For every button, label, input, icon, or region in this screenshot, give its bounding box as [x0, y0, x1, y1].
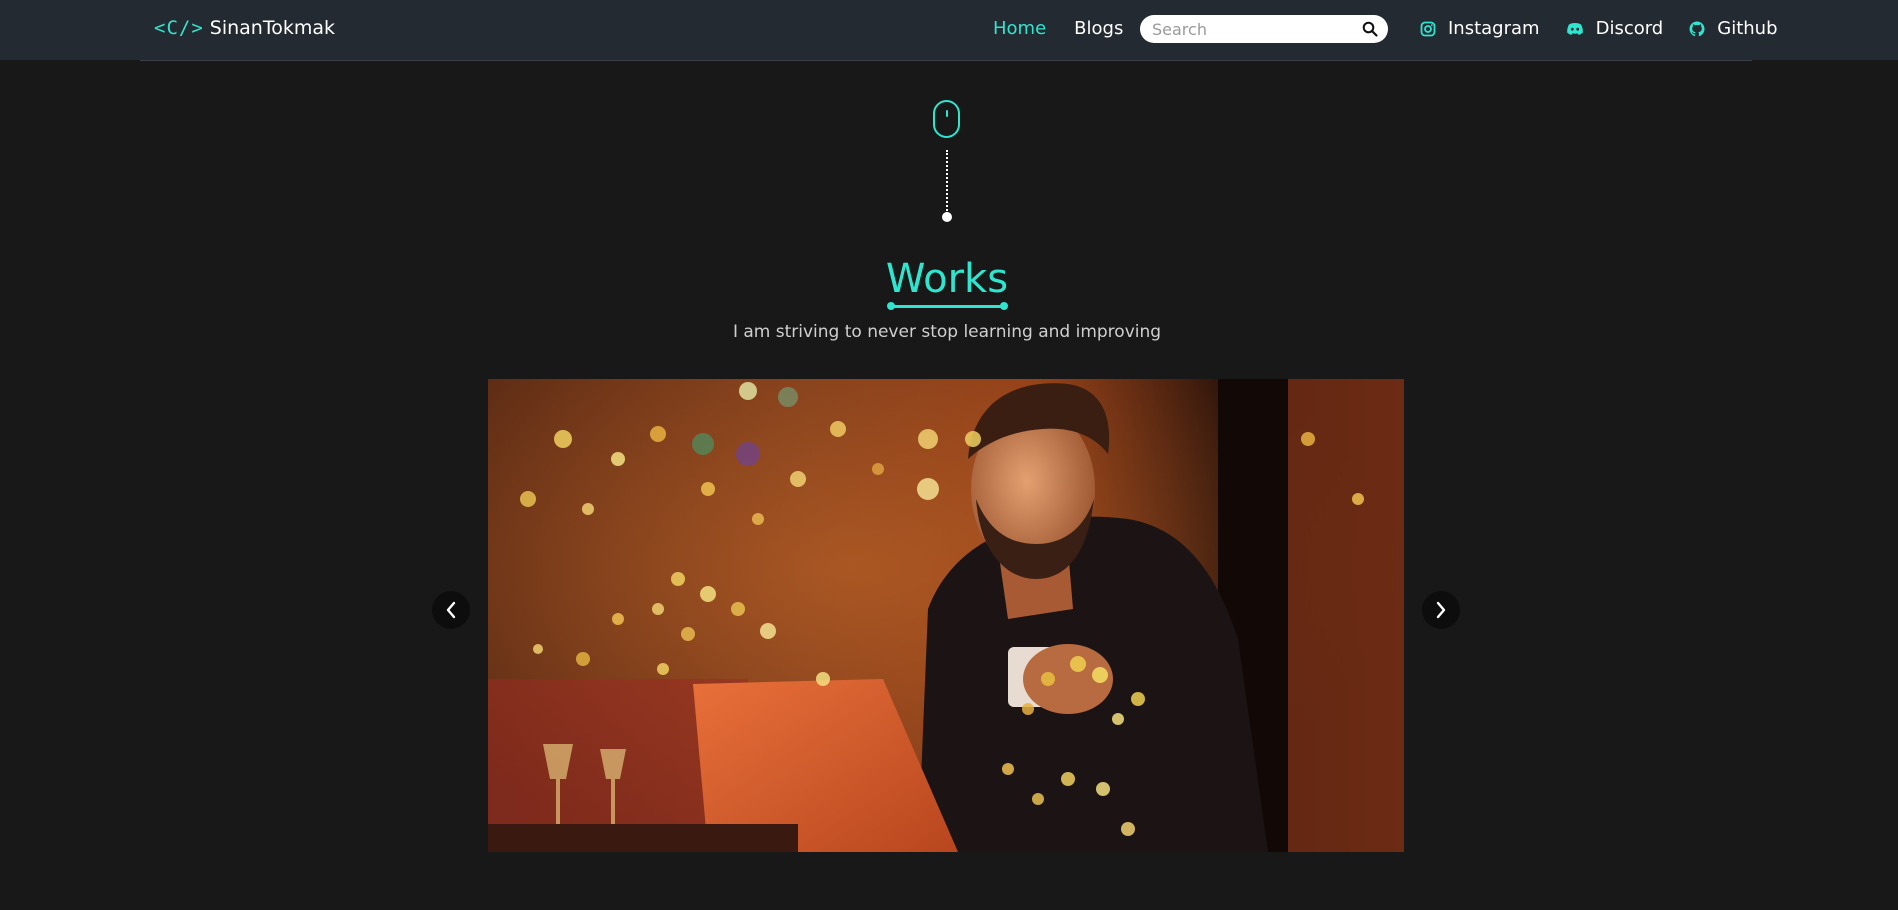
title-underline	[887, 302, 1008, 310]
search-icon[interactable]	[1362, 21, 1378, 37]
main-nav: Home Blogs	[993, 18, 1123, 39]
social-link-github[interactable]: Github	[1689, 18, 1778, 39]
chevron-left-icon	[446, 601, 456, 619]
brand-name: SinanTokmak	[209, 17, 335, 39]
search-box	[1140, 15, 1388, 43]
carousel-next-button[interactable]	[1422, 591, 1460, 629]
social-label-instagram: Instagram	[1448, 18, 1540, 39]
brand-code-icon: <C/>	[154, 17, 204, 39]
social-link-instagram[interactable]: Instagram	[1420, 18, 1540, 39]
scroll-dotted-line	[946, 150, 948, 214]
mouse-wheel	[946, 110, 948, 117]
social-label-github: Github	[1717, 18, 1778, 39]
scroll-dot	[942, 212, 952, 222]
nav-link-blogs[interactable]: Blogs	[1074, 18, 1123, 39]
section-title: Works	[885, 256, 1009, 302]
section-subtitle: I am striving to never stop learning and…	[732, 322, 1162, 342]
chevron-right-icon	[1436, 601, 1446, 619]
instagram-icon	[1420, 21, 1436, 36]
man-with-laptop-photo	[488, 379, 1404, 852]
social-label-discord: Discord	[1595, 18, 1664, 39]
scroll-mouse-icon[interactable]	[933, 100, 960, 138]
search-input[interactable]	[1152, 19, 1362, 39]
navbar-divider	[140, 60, 1752, 61]
brand-logo[interactable]: <C/> SinanTokmak	[154, 17, 335, 39]
social-link-discord[interactable]: Discord	[1566, 18, 1664, 39]
carousel-slide-image	[488, 379, 1404, 852]
social-links: Instagram Discord Github	[1420, 18, 1778, 39]
navbar: <C/> SinanTokmak Home Blogs Instagram	[0, 0, 1898, 60]
discord-icon	[1566, 22, 1583, 35]
github-icon	[1689, 21, 1705, 36]
nav-link-home[interactable]: Home	[993, 18, 1046, 39]
carousel-prev-button[interactable]	[432, 591, 470, 629]
